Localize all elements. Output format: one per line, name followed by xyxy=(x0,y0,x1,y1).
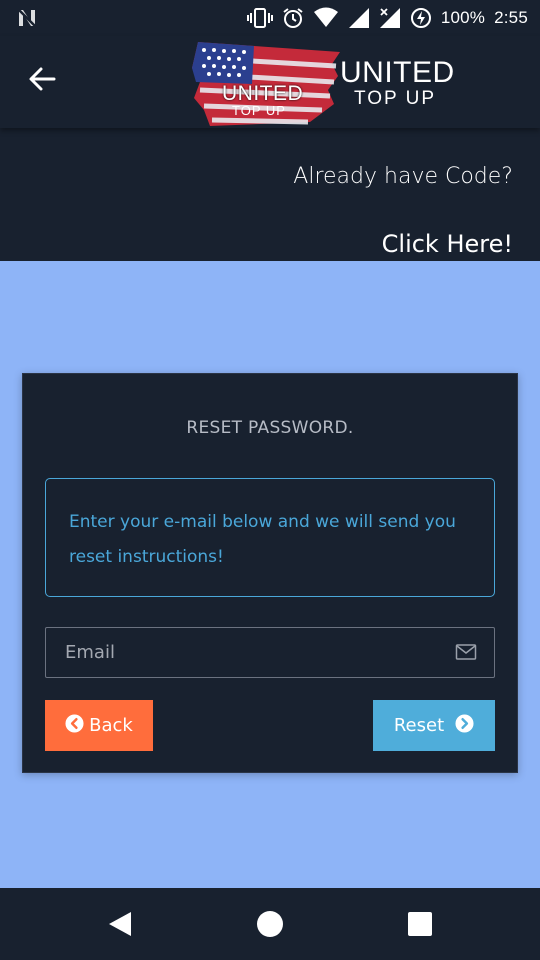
logo-title-topup: TOP UP xyxy=(354,88,437,109)
click-here-link[interactable]: Click Here! xyxy=(382,230,513,258)
email-field[interactable] xyxy=(45,627,495,678)
status-bar: 100% 2:55 xyxy=(0,0,540,36)
vibrate-icon xyxy=(246,7,273,29)
wifi-icon xyxy=(313,7,339,29)
battery-percent: 100% xyxy=(440,8,486,27)
back-button-label: Back xyxy=(89,715,133,736)
clock-time: 2:55 xyxy=(494,8,528,27)
reset-password-card: RESET PASSWORD. Enter your e-mail below … xyxy=(22,373,518,773)
chevron-left-circle-icon xyxy=(65,713,84,738)
battery-charging-icon xyxy=(410,7,432,29)
reset-button-label: Reset xyxy=(393,715,445,736)
envelope-icon xyxy=(455,643,477,661)
already-have-code-text: Already have Code? xyxy=(293,164,513,189)
back-arrow-icon[interactable] xyxy=(26,63,58,95)
n-notification-icon xyxy=(16,7,38,33)
recents-square-icon[interactable] xyxy=(375,888,465,960)
toolbar: UNITED TOP UP UNITED TOP UP xyxy=(0,36,540,128)
logo-title-united: UNITED xyxy=(340,56,455,89)
back-button[interactable]: Back xyxy=(45,700,153,751)
alarm-icon xyxy=(282,7,304,29)
united-top-up-logo: UNITED TOP UP UNITED TOP UP xyxy=(190,38,460,130)
reset-button[interactable]: Reset xyxy=(373,700,495,751)
back-triangle-icon[interactable] xyxy=(75,888,165,960)
home-circle-icon[interactable] xyxy=(225,888,315,960)
instructions-alert: Enter your e-mail below and we will send… xyxy=(45,478,495,597)
system-nav-bar xyxy=(0,888,540,960)
email-input[interactable] xyxy=(46,628,436,677)
chevron-right-circle-icon xyxy=(455,713,474,738)
app-header: UNITED TOP UP UNITED TOP UP Already have… xyxy=(0,36,540,261)
signal-icon xyxy=(348,7,370,29)
logo-flag-text-topup: TOP UP xyxy=(232,103,286,118)
signal-no-data-icon xyxy=(379,7,401,29)
card-title: RESET PASSWORD. xyxy=(186,418,354,438)
